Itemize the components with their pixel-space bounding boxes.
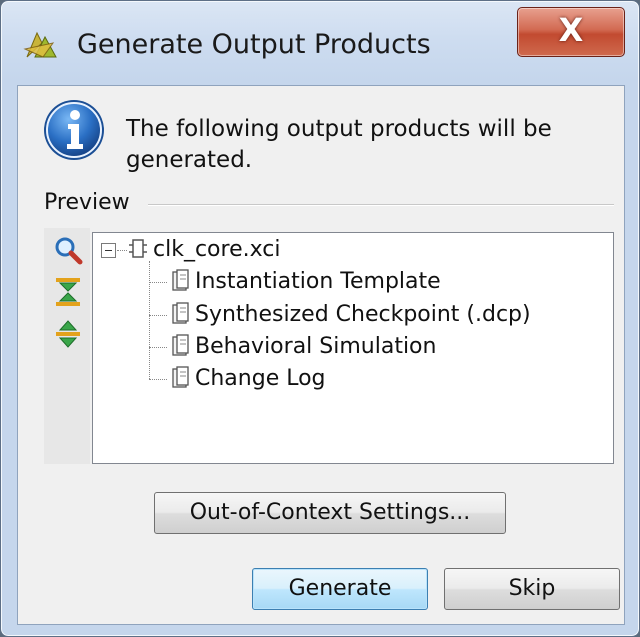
preview-toolbar <box>44 228 90 464</box>
preview-tree[interactable]: clk_core.xci Instantiation Template Synt… <box>92 232 614 464</box>
info-message: The following output products will be ge… <box>126 116 552 173</box>
ooc-settings-button[interactable]: Out-of-Context Settings... <box>154 492 506 534</box>
preview-separator <box>148 204 614 206</box>
close-icon: X <box>558 11 584 49</box>
file-icon <box>172 366 189 388</box>
generate-button[interactable]: Generate <box>252 568 428 610</box>
tree-item-label[interactable]: Instantiation Template <box>195 268 441 296</box>
vivado-logo-icon <box>23 31 57 58</box>
skip-button[interactable]: Skip <box>444 568 620 610</box>
collapse-all-icon[interactable] <box>52 276 84 308</box>
tree-collapse-toggle[interactable] <box>101 243 116 258</box>
expand-all-icon[interactable] <box>52 318 84 350</box>
tree-connector <box>149 347 167 348</box>
file-icon <box>172 269 189 291</box>
dialog-body: The following output products will be ge… <box>17 85 625 625</box>
preview-label: Preview <box>44 190 130 215</box>
tree-connector <box>149 315 167 316</box>
tree-item-label[interactable]: Behavioral Simulation <box>195 333 436 361</box>
info-icon <box>44 100 104 160</box>
search-icon[interactable] <box>52 234 84 266</box>
tree-root-label[interactable]: clk_core.xci <box>153 236 280 264</box>
ip-core-icon <box>129 239 147 258</box>
tree-connector <box>149 379 167 380</box>
tree-connector <box>149 261 150 379</box>
close-button[interactable]: X <box>517 7 625 57</box>
tree-connector <box>117 250 127 251</box>
tree-connector <box>149 282 167 283</box>
tree-item-label[interactable]: Synthesized Checkpoint (.dcp) <box>195 301 531 329</box>
dialog-window: Generate Output Products X The following… <box>0 0 640 637</box>
file-icon <box>172 334 189 356</box>
window-title: Generate Output Products <box>77 29 431 60</box>
title-bar[interactable]: Generate Output Products X <box>1 1 639 83</box>
tree-item-label[interactable]: Change Log <box>195 365 326 393</box>
file-icon <box>172 302 189 324</box>
